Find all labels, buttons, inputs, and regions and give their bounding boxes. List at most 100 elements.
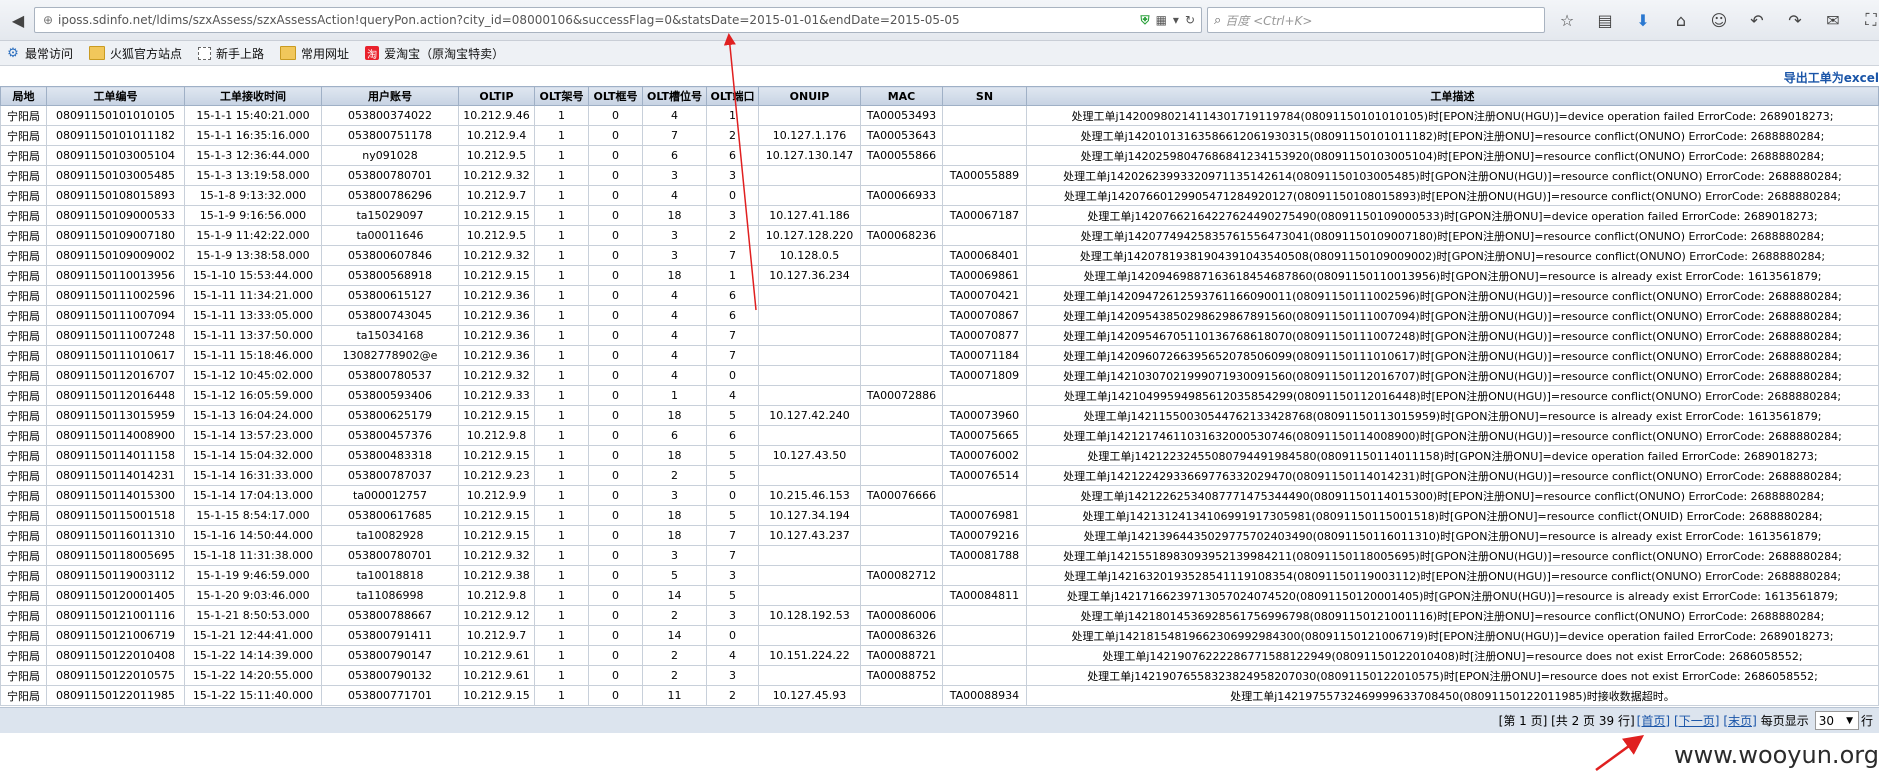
watermark: www.wooyun.org <box>1674 741 1879 769</box>
work-order-table: 局地 工单编号 工单接收时间 用户账号 OLTIP OLT架号 OLT框号 OLT槽位号 OLT… <box>0 86 1879 706</box>
undo-icon[interactable]: ↶ <box>1743 8 1771 32</box>
table-row: 宁阳局 08091150118005695 15-1-18 11:31:38.000… <box>0 545 1879 566</box>
table-cell: 053800790132 <box>321 665 459 686</box>
message-icon[interactable]: ✉ <box>1819 8 1847 32</box>
table-cell: 08091150109000533 <box>46 205 185 226</box>
table-cell: 15-1-13 16:04:24.000 <box>184 405 322 426</box>
rows-suffix: 行 <box>1860 714 1873 728</box>
table-cell: 4 <box>642 325 707 346</box>
table-cell <box>758 185 861 206</box>
table-cell: 0 <box>588 665 643 686</box>
star-icon[interactable]: ☆ <box>1553 8 1581 32</box>
bookmark-getting-started[interactable]: 新手上路 <box>198 45 264 62</box>
table-cell <box>860 545 943 566</box>
table-row: 宁阳局 08091150109000533 15-1-9 9:16:56.000 ta… <box>0 205 1879 226</box>
dropdown-icon[interactable]: ▾ <box>1173 13 1179 27</box>
table-cell: TA00075665 <box>942 425 1027 446</box>
table-cell <box>758 665 861 686</box>
column-header: OLTIP <box>458 86 535 106</box>
table-cell: 08091150110013956 <box>46 265 185 286</box>
table-cell: 0 <box>588 525 643 546</box>
description-cell: 处理工单j14219076222286771588122949(08091150… <box>1026 645 1879 666</box>
table-cell: 053800483318 <box>321 445 459 466</box>
table-cell: 10.127.34.194 <box>758 505 861 526</box>
table-cell: 10.212.9.38 <box>458 565 535 586</box>
table-cell: 10.212.9.46 <box>458 105 535 126</box>
table-cell: TA00073960 <box>942 405 1027 426</box>
back-arrow-icon[interactable]: ◀ <box>6 8 30 32</box>
search-box[interactable]: ⌕ 百度 <Ctrl+K> <box>1207 7 1545 33</box>
description-cell: 处理工单j14218154819662306992984300(08091150… <box>1026 625 1879 646</box>
table-row: 宁阳局 08091150111002596 15-1-11 11:34:21.000… <box>0 285 1879 306</box>
table-cell: 10.212.9.15 <box>458 525 535 546</box>
table-cell: 2 <box>642 645 707 666</box>
table-cell: 宁阳局 <box>0 665 47 686</box>
export-excel-link[interactable]: 导出工单为excel <box>1784 69 1879 86</box>
next-page-link[interactable]: [下一页] <box>1674 712 1719 729</box>
description-cell: 处理工单j14216320193528541119108354(08091150… <box>1026 565 1879 586</box>
column-header: 工单接收时间 <box>184 86 322 106</box>
description-cell: 处理工单j14202623993320971135142614(08091150… <box>1026 165 1879 186</box>
reading-list-icon[interactable]: ▤ <box>1591 8 1619 32</box>
table-cell: TA00081788 <box>942 545 1027 566</box>
table-cell: 10.212.9.32 <box>458 165 535 186</box>
table-cell: 1 <box>534 565 589 586</box>
table-cell: 1 <box>534 445 589 466</box>
chat-icon[interactable]: ☺ <box>1705 8 1733 32</box>
table-cell: 1 <box>534 645 589 666</box>
table-cell: 4 <box>706 645 759 666</box>
table-cell: 10.151.224.22 <box>758 645 861 666</box>
table-cell <box>942 385 1027 406</box>
table-cell: 3 <box>706 605 759 626</box>
table-cell: 1 <box>534 625 589 646</box>
address-bar[interactable]: ⊕ iposs.sdinfo.net/ldims/szxAssess/szxAs… <box>34 7 1202 33</box>
table-cell: 10.212.9.7 <box>458 625 535 646</box>
table-cell: 053800771701 <box>321 685 459 706</box>
reload-icon[interactable]: ↻ <box>1185 13 1195 27</box>
bookmark-most-visited[interactable]: ⚙ 最常访问 <box>6 45 73 62</box>
bookmark-taobao[interactable]: 淘 爱淘宝（原淘宝特卖） <box>365 45 504 62</box>
table-cell: 2 <box>642 665 707 686</box>
table-cell: 0 <box>588 105 643 126</box>
per-page-select[interactable]: 30 ▼ <box>1814 711 1859 730</box>
column-header: OLT框号 <box>588 86 643 106</box>
table-cell: 0 <box>706 625 759 646</box>
table-cell: 宁阳局 <box>0 205 47 226</box>
table-cell <box>860 345 943 366</box>
table-cell: 053800790147 <box>321 645 459 666</box>
table-cell: 0 <box>588 365 643 386</box>
table-cell: 053800617685 <box>321 505 459 526</box>
table-cell: 10.212.9.61 <box>458 645 535 666</box>
table-cell: 7 <box>706 325 759 346</box>
table-cell: 4 <box>642 285 707 306</box>
shield-icon[interactable]: ⛨ <box>1141 13 1150 28</box>
table-cell: 1 <box>534 345 589 366</box>
table-cell <box>860 505 943 526</box>
url-text[interactable]: iposs.sdinfo.net/ldims/szxAssess/szxAsse… <box>58 13 1141 27</box>
table-cell: 15-1-15 8:54:17.000 <box>184 505 322 526</box>
table-cell: 10.212.9.5 <box>458 225 535 246</box>
table-cell <box>758 285 861 306</box>
last-page-link[interactable]: [末页] <box>1723 712 1756 729</box>
redo-icon[interactable]: ↷ <box>1781 8 1809 32</box>
table-cell: 10.212.9.61 <box>458 665 535 686</box>
table-cell: TA00070421 <box>942 285 1027 306</box>
qr-code-icon[interactable]: ▦ <box>1156 13 1167 27</box>
description-cell: 处理工单j14217166239713057024074520(08091150… <box>1026 585 1879 606</box>
home-icon[interactable]: ⌂ <box>1667 8 1695 32</box>
table-cell: 3 <box>642 225 707 246</box>
bookmark-firefox-sites[interactable]: 火狐官方站点 <box>89 45 182 62</box>
screenshot-icon[interactable]: ⛶ <box>1857 8 1879 32</box>
table-cell <box>758 105 861 126</box>
table-cell: 宁阳局 <box>0 505 47 526</box>
table-cell: 0 <box>588 205 643 226</box>
table-cell <box>860 305 943 326</box>
download-icon[interactable]: ⬇ <box>1629 8 1657 32</box>
bookmark-common-sites[interactable]: 常用网址 <box>280 45 349 62</box>
table-cell: TA00053643 <box>860 125 943 146</box>
table-cell: 10.127.128.220 <box>758 225 861 246</box>
first-page-link[interactable]: [首页] <box>1637 712 1670 729</box>
table-cell: 10.127.1.176 <box>758 125 861 146</box>
table-cell: TA00084811 <box>942 585 1027 606</box>
table-cell: 15-1-3 12:36:44.000 <box>184 145 322 166</box>
